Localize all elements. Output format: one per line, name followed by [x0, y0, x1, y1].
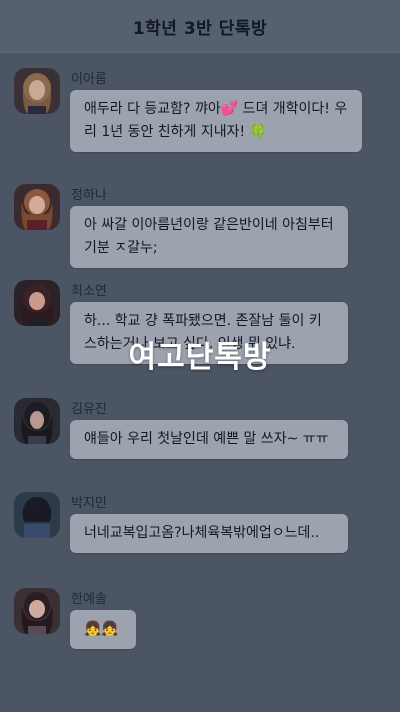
- message-bubble: 애두라 다 등교함? 꺄아💕 드뎌 개학이다! 우리 1년 동안 친하게 지내자…: [70, 90, 362, 152]
- chat-room-title: 1학년 3반 단톡방: [132, 18, 268, 39]
- avatar[interactable]: [14, 588, 60, 634]
- avatar[interactable]: [14, 68, 60, 114]
- message-bubble: 너네교복입고옴?나체육복밖에업ㅇ느데..: [70, 514, 348, 553]
- avatar[interactable]: [14, 280, 60, 326]
- avatar[interactable]: [14, 184, 60, 230]
- avatar[interactable]: [14, 398, 60, 444]
- message-bubble: 얘들아 우리 첫날인데 예쁜 말 쓰자~ ㅠㅠ: [70, 420, 348, 459]
- message-bubble: 아 싸갈 이아름년이랑 같은반이네 아침부터 기분 ㅈ갈누;: [70, 206, 348, 268]
- overlay-title: 여고단톡방: [128, 340, 272, 375]
- sender-name: 박지민: [71, 496, 107, 511]
- sender-name: 최소연: [71, 284, 107, 299]
- avatar[interactable]: [14, 492, 60, 538]
- sender-name: 정하나: [71, 188, 107, 203]
- message-bubble: 👧👧: [70, 610, 136, 649]
- sender-name: 김유진: [71, 402, 107, 417]
- chat-message-list[interactable]: 이아름 애두라 다 등교함? 꺄아💕 드뎌 개학이다! 우리 1년 동안 친하게…: [0, 52, 400, 712]
- chat-header: 1학년 3반 단톡방: [0, 0, 400, 53]
- sender-name: 한예솔: [71, 592, 107, 607]
- sender-name: 이아름: [71, 72, 107, 87]
